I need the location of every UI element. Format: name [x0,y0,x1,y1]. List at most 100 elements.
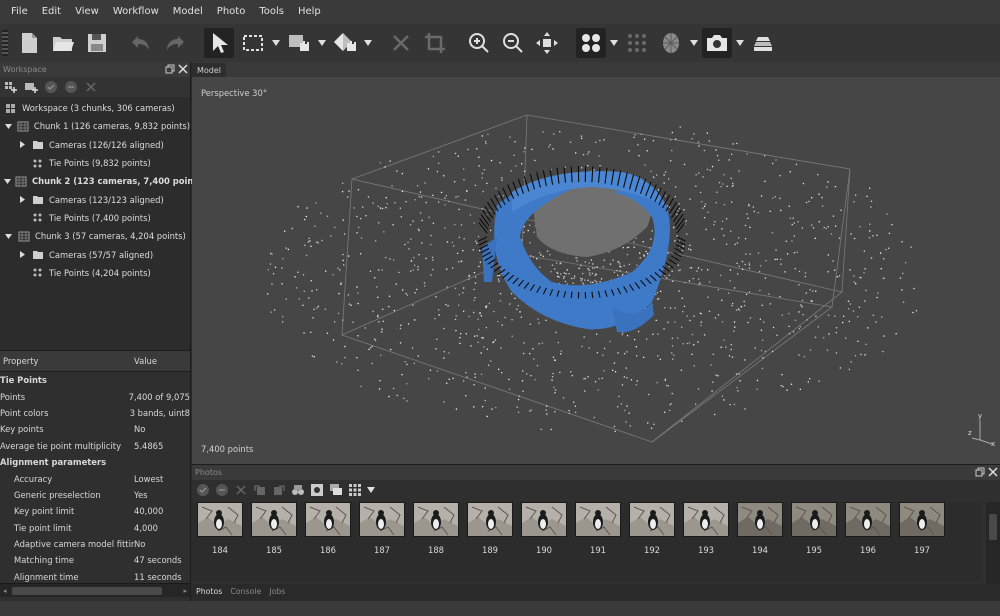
expand-right-arrow-icon[interactable] [18,195,27,204]
tree-child-row[interactable]: Tie Points (9,832 points) [0,154,190,172]
move-dropdown[interactable] [318,28,326,58]
close-photos-button[interactable] [987,466,998,477]
navigation-button[interactable] [204,28,234,58]
rotate-object-button[interactable] [330,28,360,58]
tree-child-row[interactable]: Cameras (123/123 aligned) [0,190,190,208]
property-row[interactable]: Alignment time 11 seconds [0,569,190,583]
property-row[interactable]: Key points No [0,421,190,437]
tab-model[interactable]: Model [192,63,227,77]
scroll-left-arrow-icon[interactable]: ◂ [3,587,7,595]
photo-thumbnail[interactable]: 184 [197,502,243,582]
photo-thumbnail[interactable]: 189 [467,502,513,582]
rotate-dropdown[interactable] [364,28,372,58]
camera-dropdown[interactable] [736,28,744,58]
photo-thumbnail[interactable]: 192 [629,502,675,582]
property-section[interactable]: Tie Points [0,372,190,388]
property-row[interactable]: Points 7,400 of 9,075 [0,388,190,404]
property-row[interactable]: Point colors 3 bands, uint8 [0,405,190,421]
horizontal-scrollbar[interactable]: ◂ ▸ [0,583,190,597]
view-mode-dropdown-button[interactable] [367,483,375,497]
menu-edit[interactable]: Edit [35,0,68,24]
tree-chunk-row[interactable]: Chunk 1 (126 cameras, 9,832 points) [0,117,190,135]
tree-chunk-row[interactable]: Chunk 3 (57 cameras, 4,204 points) [0,227,190,245]
expand-right-arrow-icon[interactable] [18,250,27,259]
menu-help[interactable]: Help [291,0,328,24]
menu-file[interactable]: File [4,0,35,24]
menu-tools[interactable]: Tools [252,0,291,24]
show-camera-positions-button[interactable] [702,28,732,58]
tree-child-row[interactable]: Cameras (57/57 aligned) [0,245,190,263]
menu-view[interactable]: View [68,0,106,24]
tree-child-row[interactable]: Tie Points (7,400 points) [0,209,190,227]
tree-child-row[interactable]: Cameras (126/126 aligned) [0,136,190,154]
tree-child-row[interactable]: Tie Points (4,204 points) [0,264,190,282]
property-row[interactable]: Generic preselection Yes [0,487,190,503]
expand-right-arrow-icon[interactable] [18,140,27,149]
float-panel-button[interactable] [164,63,175,74]
workspace-root[interactable]: Workspace (3 chunks, 306 cameras) [0,99,190,117]
expand-down-arrow-icon[interactable] [4,122,13,131]
scroll-right-arrow-icon[interactable]: ▸ [183,587,187,595]
disable-cameras-button[interactable] [215,483,229,497]
remove-cameras-button[interactable] [234,483,248,497]
property-row[interactable]: Accuracy Lowest [0,470,190,486]
rotate-right-button[interactable] [272,483,286,497]
point-cloud-canvas[interactable] [192,77,1000,464]
photo-thumbnail[interactable]: 185 [251,502,297,582]
new-button[interactable] [14,28,44,58]
zoom-in-button[interactable] [464,28,494,58]
tab-photos[interactable]: Photos [192,584,226,601]
view-mode-dropdown[interactable] [610,28,618,58]
remove-button[interactable] [84,80,98,94]
add-chunk-button[interactable] [4,80,18,94]
photo-thumbnail[interactable]: 191 [575,502,621,582]
property-row[interactable]: Adaptive camera model fitting No [0,536,190,552]
value-column-header[interactable]: Value [134,356,157,366]
property-column-header[interactable]: Property [0,356,134,366]
photo-thumbnail[interactable]: 193 [683,502,729,582]
open-button[interactable] [48,28,78,58]
photo-thumbnail[interactable]: 194 [737,502,783,582]
move-region-button[interactable] [284,28,314,58]
workspace-tree[interactable]: Workspace (3 chunks, 306 cameras) Chunk 1… [0,97,206,350]
enable-cameras-button[interactable] [196,483,210,497]
photo-thumbnail[interactable]: 196 [845,502,891,582]
float-photos-button[interactable] [974,466,985,477]
rectangle-selection-button[interactable] [238,28,268,58]
expand-down-arrow-icon[interactable] [4,177,11,186]
menu-model[interactable]: Model [166,0,210,24]
expand-down-arrow-icon[interactable] [4,232,13,241]
photo-thumbnail[interactable]: 197 [899,502,945,582]
property-row[interactable]: Key point limit 40,000 [0,503,190,519]
scrollbar-thumb[interactable] [12,586,162,595]
3d-scene[interactable]: Perspective 30° 7,400 points y x z [192,77,1000,464]
selection-dropdown[interactable] [272,28,280,58]
dense-cloud-button[interactable] [622,28,652,58]
tab-jobs[interactable]: Jobs [265,584,289,601]
layers-button[interactable] [748,28,778,58]
disable-button[interactable] [64,80,78,94]
enable-button[interactable] [44,80,58,94]
menu-photo[interactable]: Photo [210,0,253,24]
property-row[interactable]: Tie point limit 4,000 [0,520,190,536]
property-row[interactable]: Matching time 47 seconds [0,552,190,568]
redo-button[interactable] [160,28,190,58]
save-button[interactable] [82,28,112,58]
photo-thumbnail[interactable]: 186 [305,502,351,582]
filter-button[interactable] [291,483,305,497]
tab-console[interactable]: Console [226,584,265,601]
photo-thumbnail[interactable]: 188 [413,502,459,582]
reset-view-button[interactable] [532,28,562,58]
close-panel-button[interactable] [177,63,188,74]
crop-selection-button[interactable] [420,28,450,58]
zoom-out-button[interactable] [498,28,528,58]
model-view-dropdown[interactable] [690,28,698,58]
delete-selection-button[interactable] [386,28,416,58]
toolbar-grip[interactable] [2,30,8,56]
scrollbar-thumb[interactable] [989,514,997,540]
model-view-button[interactable] [656,28,686,58]
photo-thumbnail[interactable]: 190 [521,502,567,582]
undo-button[interactable] [126,28,156,58]
show-images-button[interactable] [329,483,343,497]
add-photos-button[interactable] [24,80,38,94]
